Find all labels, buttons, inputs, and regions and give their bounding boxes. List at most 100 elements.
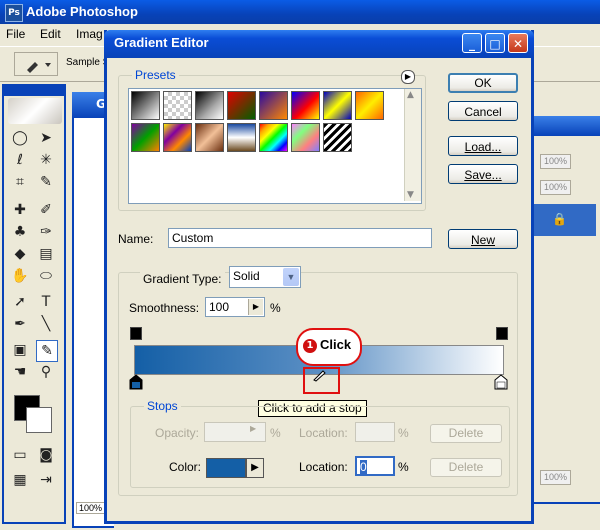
preset-swatch-chrome[interactable] [227, 123, 256, 152]
cancel-button[interactable]: Cancel [448, 101, 518, 121]
load-button[interactable]: Load... [448, 136, 518, 156]
scroll-up-icon[interactable]: ▲ [407, 90, 414, 100]
palette-selected-layer[interactable]: 🔒 [534, 204, 596, 236]
crop-tool-icon[interactable]: ⌗ [10, 172, 30, 192]
smoothness-field[interactable]: 100 ▶ [205, 297, 265, 317]
scroll-down-icon[interactable]: ▼ [407, 190, 414, 200]
history-brush-icon[interactable]: ✑ [36, 222, 56, 242]
brush-tool-icon[interactable]: ✐ [36, 200, 56, 220]
smoothness-slider-icon[interactable]: ▶ [248, 299, 263, 315]
smoothness-value: 100 [209, 300, 230, 314]
preset-swatch-blue-yellow-blue[interactable] [323, 91, 352, 120]
preset-swatch-violet-green-orange[interactable] [131, 123, 160, 152]
load-button-label: Load... [464, 140, 502, 154]
slice-tool-icon[interactable]: ✎ [36, 172, 56, 192]
app-title: Adobe Photoshop [26, 4, 138, 19]
maximize-icon[interactable]: □ [485, 33, 505, 53]
preset-swatch-spectrum[interactable] [259, 123, 288, 152]
save-button[interactable]: Save... [448, 164, 518, 184]
hand-tool-icon[interactable]: ☚ [10, 362, 30, 382]
presets-label: Presets [132, 68, 179, 82]
location-field-2[interactable]: 0 [355, 456, 395, 476]
toolbox-titlebar [4, 86, 64, 96]
magic-wand-icon[interactable]: ✳ [36, 150, 56, 170]
eyedropper-tool-icon[interactable]: ✎ [36, 340, 58, 362]
color-stop-right[interactable] [494, 374, 508, 390]
preset-swatch-transparent-checker[interactable] [163, 91, 192, 120]
healing-brush-icon[interactable]: ✚ [10, 200, 30, 220]
preset-swatch-yellow-violet-orange-blue[interactable] [163, 123, 192, 152]
screen-mode-icon[interactable]: ▦ [10, 470, 30, 490]
document-zoom[interactable]: 100% [76, 502, 106, 514]
preset-swatch-orange-yellow-orange[interactable] [355, 91, 384, 120]
chevron-down-icon[interactable]: ▼ [283, 268, 299, 286]
eyedropper-tool-preset[interactable] [14, 52, 58, 76]
delete-button-1: Delete [430, 424, 502, 443]
stop-color-swatch[interactable] [206, 458, 246, 478]
eraser-tool-icon[interactable]: ◆ [10, 244, 30, 264]
layers-palette [530, 116, 600, 504]
location-label-1: Location: [299, 426, 348, 440]
location-value-2: 0 [360, 460, 367, 474]
gradient-type-value: Solid [233, 269, 260, 283]
minimize-icon[interactable]: _ [462, 33, 482, 53]
lasso-tool-icon[interactable]: ℓ [10, 150, 30, 170]
preset-swatch-transparent-stripes[interactable] [323, 123, 352, 152]
menu-file[interactable]: File [6, 27, 25, 41]
location-unit-2: % [398, 460, 409, 474]
preset-swatch-violet-orange[interactable] [259, 91, 288, 120]
feather-logo-icon [8, 98, 62, 124]
preset-swatch-black-white[interactable] [131, 91, 160, 120]
type-tool-icon[interactable]: T [36, 292, 56, 312]
color-stop-left[interactable] [129, 374, 143, 390]
sample-size-label: Sample S [66, 57, 110, 68]
close-icon[interactable]: ✕ [508, 33, 528, 53]
color-menu-icon[interactable]: ▶ [246, 458, 264, 478]
preset-swatch-transparent-rainbow[interactable] [291, 123, 320, 152]
dodge-tool-icon[interactable]: ⬭ [36, 266, 56, 286]
presets-menu-icon[interactable]: ▶ [401, 70, 415, 84]
smoothness-label: Smoothness: [129, 301, 200, 315]
background-color-swatch[interactable] [26, 407, 52, 433]
menu-edit[interactable]: Edit [40, 27, 61, 41]
opacity-slider-icon: ▶ [250, 424, 257, 433]
palette-titlebar [530, 116, 600, 136]
gradient-type-select[interactable]: Solid ▼ [229, 266, 301, 288]
palette-opacity-field[interactable]: 100% [540, 154, 572, 169]
preset-swatch-red-green[interactable] [227, 91, 256, 120]
standard-mode-icon[interactable]: ▭ [10, 445, 30, 465]
clone-stamp-icon[interactable]: ♣ [10, 222, 30, 242]
path-select-icon[interactable]: ➚ [10, 292, 30, 312]
marquee-tool-icon[interactable]: ◯ [10, 128, 30, 148]
blur-tool-icon[interactable]: ✋ [10, 266, 30, 286]
preset-swatch-copper[interactable] [195, 123, 224, 152]
ok-button[interactable]: OK [448, 73, 518, 93]
palette-fill-field[interactable]: 100% [540, 180, 572, 195]
new-button[interactable]: New [448, 229, 518, 249]
move-tool-icon[interactable]: ➤ [36, 128, 56, 148]
notes-tool-icon[interactable]: ▣ [10, 340, 30, 360]
opacity-field [204, 422, 266, 442]
opacity-stop-right[interactable] [496, 327, 508, 340]
stops-label: Stops [144, 399, 181, 413]
jump-to-imageready-icon[interactable]: ⇥ [36, 470, 56, 490]
pen-tool-icon[interactable]: ✒ [10, 314, 30, 334]
opacity-stop-left[interactable] [130, 327, 142, 340]
name-field[interactable]: Custom [168, 228, 432, 248]
callout-number: 1 [303, 339, 317, 353]
preset-swatch-blue-red-yellow[interactable] [291, 91, 320, 120]
quick-mask-icon[interactable]: ◙ [36, 445, 56, 465]
name-label: Name: [118, 232, 154, 246]
palette-bottom-field[interactable]: 100% [540, 470, 572, 485]
menu-image[interactable]: Imag [76, 27, 103, 41]
location-label-2: Location: [299, 460, 348, 474]
preset-swatch-black-white-2[interactable] [195, 91, 224, 120]
opacity-unit: % [270, 426, 281, 440]
line-tool-icon[interactable]: ╲ [36, 314, 56, 334]
presets-scrollbar[interactable]: ▲ ▼ [404, 89, 421, 201]
zoom-tool-icon[interactable]: ⚲ [36, 362, 56, 382]
gradient-tool-icon[interactable]: ▤ [36, 244, 56, 264]
location-unit-1: % [398, 426, 409, 440]
color-label: Color: [169, 460, 202, 474]
location-field-1 [355, 422, 395, 442]
